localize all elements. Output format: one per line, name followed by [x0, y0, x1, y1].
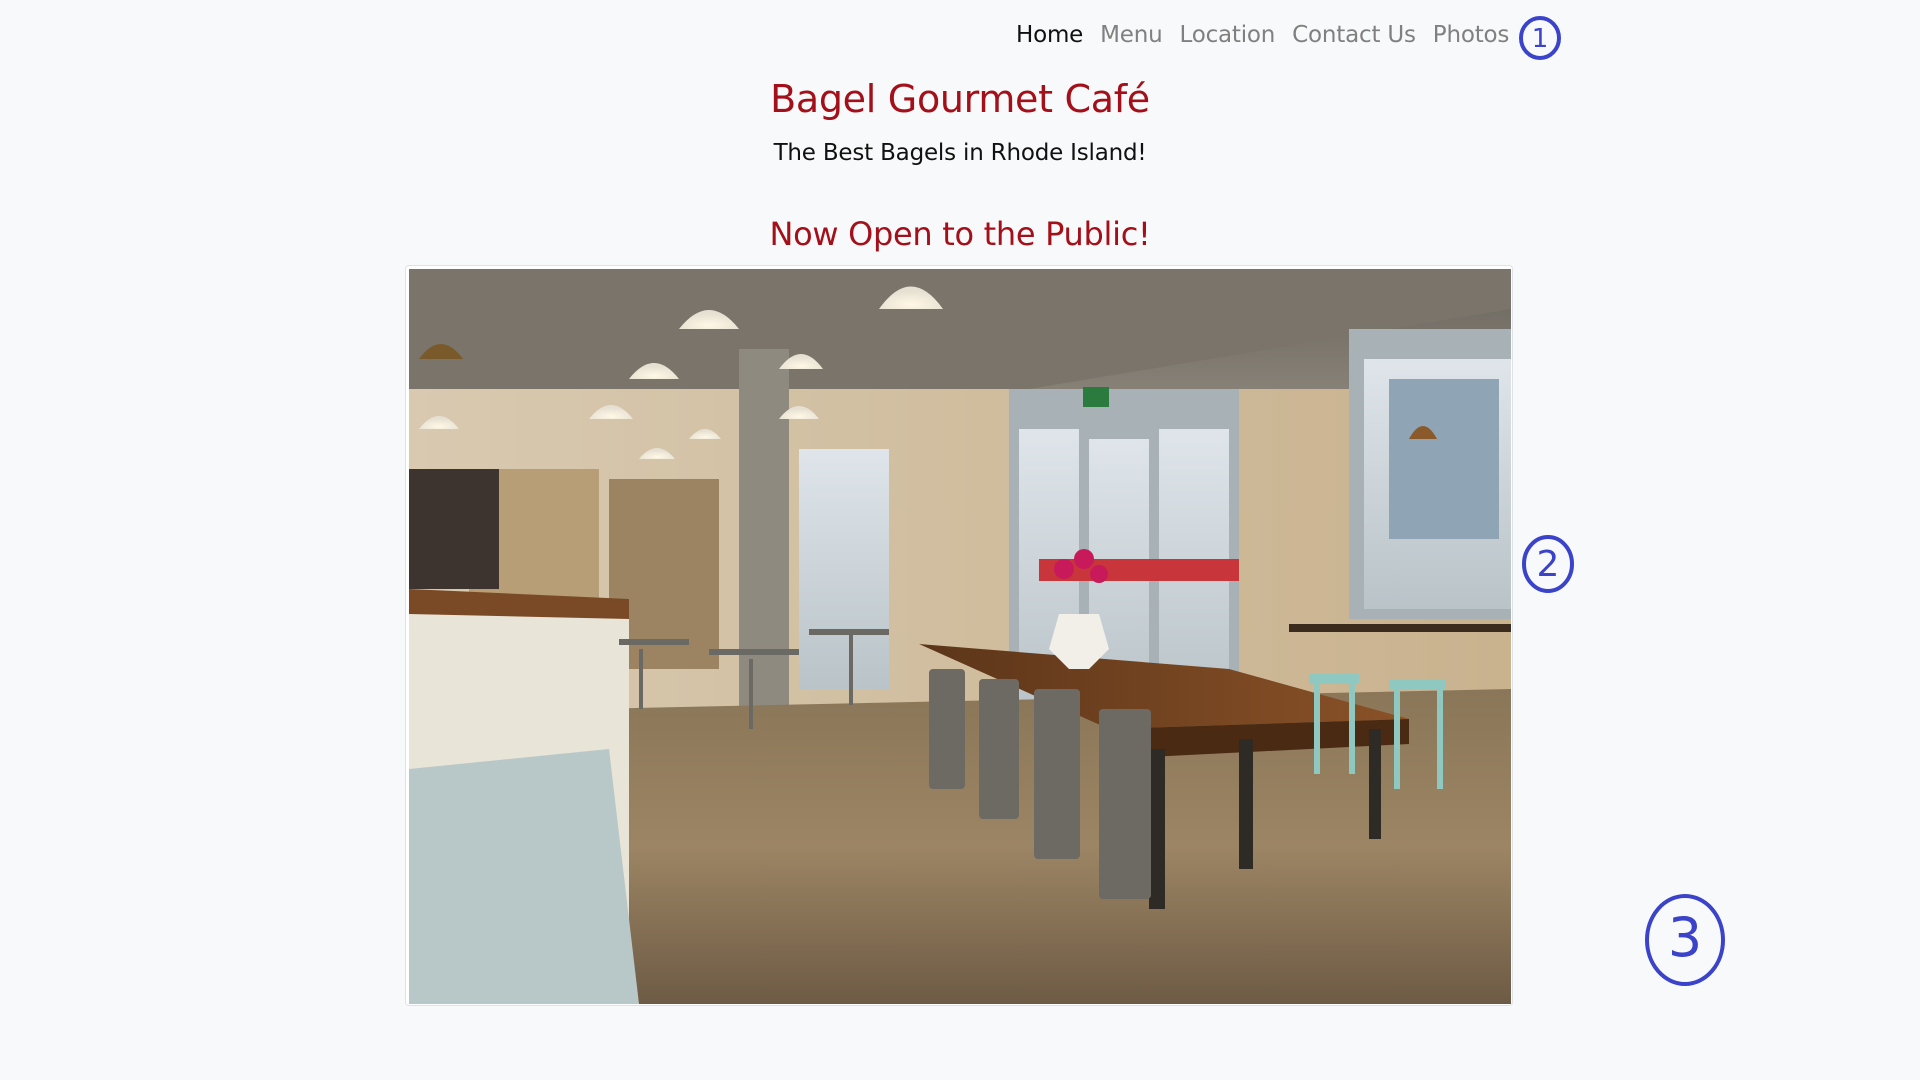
nav-home-link[interactable]: Home	[1016, 18, 1083, 52]
annotation-label-1: 1	[1532, 24, 1549, 54]
nav-photos-link[interactable]: Photos	[1433, 18, 1510, 52]
annotation-marker-1: 1	[1516, 12, 1564, 64]
nav-location-link[interactable]: Location	[1179, 18, 1275, 52]
site-tagline: The Best Bagels in Rhode Island!	[773, 140, 1147, 166]
announcement-heading: Now Open to the Public!	[769, 215, 1151, 253]
site-title: Bagel Gourmet Café	[770, 77, 1150, 121]
annotation-circle-1-icon: 1	[1519, 16, 1561, 60]
annotation-marker-3: 3	[1642, 890, 1728, 990]
annotation-label-3: 3	[1668, 906, 1702, 969]
nav-menu-link[interactable]: Menu	[1100, 18, 1163, 52]
page: Home Menu Location Contact Us Photos Bag…	[0, 0, 1920, 1080]
nav-contact-link[interactable]: Contact Us	[1292, 18, 1416, 52]
annotation-label-2: 2	[1537, 544, 1560, 585]
cafe-interior-photo	[409, 269, 1511, 1004]
cafe-photo-frame	[405, 265, 1513, 1006]
annotation-circle-2-icon: 2	[1522, 535, 1574, 593]
annotation-circle-3-icon: 3	[1645, 894, 1725, 986]
site-header: Bagel Gourmet Café The Best Bagels in Rh…	[0, 74, 1920, 168]
main-nav: Home Menu Location Contact Us Photos	[1016, 18, 1509, 52]
annotation-marker-2: 2	[1518, 532, 1578, 596]
